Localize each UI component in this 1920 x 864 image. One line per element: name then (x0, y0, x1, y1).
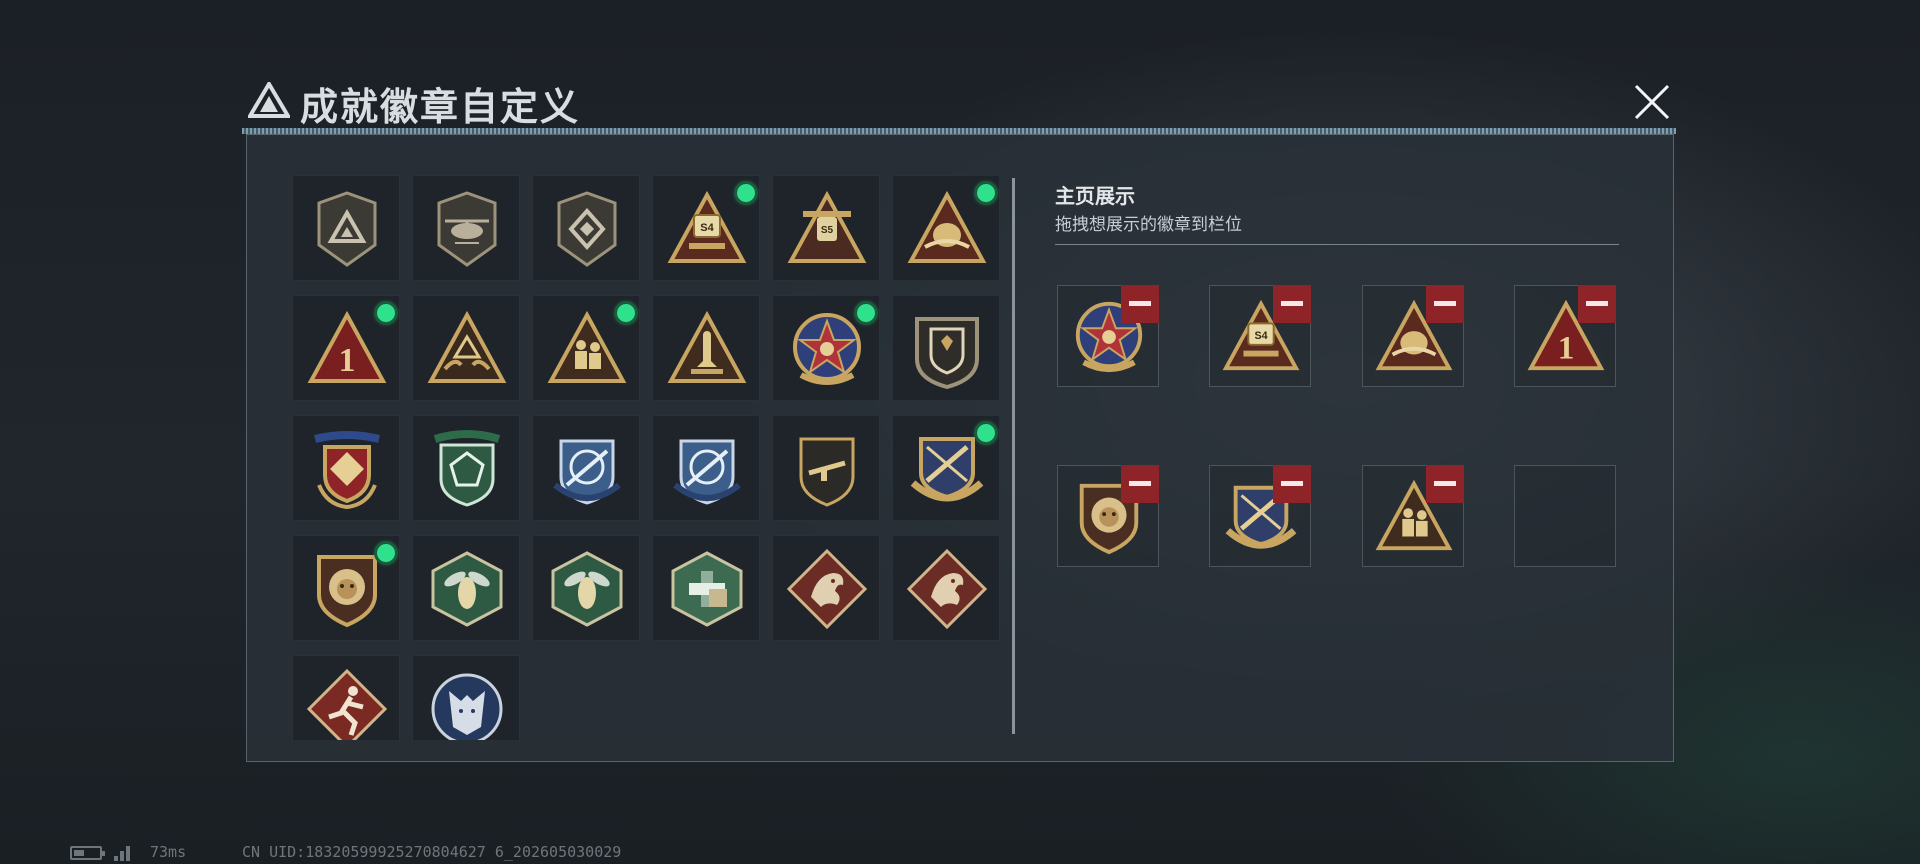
badge-sniper-blue-shield-2[interactable] (652, 415, 760, 521)
badge-crest-shield[interactable] (892, 295, 1000, 401)
display-slot-2[interactable]: S4 (1209, 285, 1311, 387)
badge-star-compass-badge[interactable] (772, 295, 880, 401)
display-slot-7[interactable] (1362, 465, 1464, 567)
badge-wolf-circle[interactable] (412, 655, 520, 740)
badge-medic-hexagon[interactable] (652, 535, 760, 641)
panel-divider (1012, 178, 1015, 734)
svg-text:S4: S4 (1254, 330, 1267, 342)
badge-sniper-blue-shield[interactable] (532, 415, 640, 521)
wolf-circle-icon (431, 673, 503, 740)
sniper-blue-shield-icon (553, 439, 621, 505)
remove-badge-button[interactable] (1273, 465, 1311, 503)
badge-runner-diamond[interactable] (292, 655, 400, 740)
svg-text:S4: S4 (700, 222, 714, 234)
green-gem-shield-icon (433, 430, 501, 507)
signal-icon (114, 843, 134, 861)
badge-helicopter-shield[interactable] (412, 175, 520, 281)
remove-badge-button[interactable] (1426, 465, 1464, 503)
crest-shield-icon (915, 317, 979, 389)
new-indicator-dot (977, 184, 995, 202)
dialog-header: 成就徽章自定义 (238, 74, 1678, 132)
remove-badge-button[interactable] (1121, 285, 1159, 323)
remove-badge-button[interactable] (1578, 285, 1616, 323)
badge-s5-triangle[interactable]: S5 (772, 175, 880, 281)
sniper-blue-shield-2-icon (673, 439, 741, 505)
dragon-diamond-2-icon (907, 549, 987, 629)
wasp-hexagon-icon (431, 551, 503, 627)
svg-text:S5: S5 (821, 225, 834, 236)
display-slot-4[interactable]: 1 (1514, 285, 1616, 387)
badge-rocket-triangle[interactable] (652, 295, 760, 401)
badge-hands-triangle[interactable] (412, 295, 520, 401)
egg-triangle-icon (907, 190, 987, 263)
new-indicator-dot (617, 304, 635, 322)
display-slot-6[interactable] (1209, 465, 1311, 567)
uid-text: CN UID:18320599925270804627 6_2026050300… (242, 843, 622, 861)
display-slot-8[interactable] (1514, 465, 1616, 567)
badge-egg-triangle[interactable] (892, 175, 1000, 281)
badge-lion-shield[interactable] (292, 535, 400, 641)
s5-triangle-icon: S5 (787, 190, 867, 263)
runner-diamond-icon (307, 669, 387, 740)
rifle-shield-icon (799, 437, 855, 507)
dialog-title: 成就徽章自定义 (300, 85, 581, 129)
star-compass-badge-icon (793, 313, 861, 385)
badge-wasp-hexagon-2[interactable] (532, 535, 640, 641)
display-slot-1[interactable] (1057, 285, 1159, 387)
remove-badge-button[interactable] (1273, 285, 1311, 323)
badge-soldiers-triangle[interactable] (532, 295, 640, 401)
display-divider (1055, 244, 1619, 245)
badge-diamond-shield[interactable] (532, 175, 640, 281)
badge-laurel-crest-badge[interactable] (292, 415, 400, 521)
remove-badge-button[interactable] (1426, 285, 1464, 323)
badge-number-one-triangle[interactable]: 1 (292, 295, 400, 401)
delta-logo-icon (248, 82, 290, 118)
new-indicator-dot (737, 184, 755, 202)
diamond-shield-icon (557, 191, 617, 267)
new-indicator-dot (377, 304, 395, 322)
number-one-triangle-icon: 1 (307, 310, 387, 383)
rocket-triangle-icon (667, 310, 747, 383)
badge-green-gem-shield[interactable] (412, 415, 520, 521)
medic-hexagon-icon (671, 551, 743, 627)
new-indicator-dot (377, 544, 395, 562)
display-section-title: 主页展示 (1055, 184, 1135, 208)
ping-text: 73ms (150, 843, 187, 861)
badge-grid: S4 S5 1 (292, 175, 1002, 740)
s4-triangle-icon: S4 (667, 190, 747, 263)
svg-text:1: 1 (1558, 329, 1575, 366)
delta-triangle-shield-icon (317, 191, 377, 267)
new-indicator-dot (977, 424, 995, 442)
badge-s4-triangle[interactable]: S4 (652, 175, 760, 281)
badge-dragon-diamond[interactable] (772, 535, 880, 641)
wasp-hexagon-2-icon (551, 551, 623, 627)
badge-crossed-rifles-badge[interactable] (892, 415, 1000, 521)
lion-shield-icon (317, 555, 377, 628)
display-slot-3[interactable] (1362, 285, 1464, 387)
helicopter-shield-icon (437, 191, 497, 267)
new-indicator-dot (857, 304, 875, 322)
badge-delta-triangle-shield[interactable] (292, 175, 400, 281)
badge-wasp-hexagon[interactable] (412, 535, 520, 641)
laurel-crest-badge-icon (314, 431, 380, 509)
close-icon[interactable] (1630, 80, 1674, 124)
crossed-rifles-badge-icon (910, 437, 984, 502)
soldiers-triangle-icon (547, 310, 627, 383)
display-section-hint: 拖拽想展示的徽章到栏位 (1055, 215, 1242, 235)
dragon-diamond-icon (787, 549, 867, 629)
battery-icon (70, 846, 105, 860)
badge-rifle-shield[interactable] (772, 415, 880, 521)
badge-dragon-diamond-2[interactable] (892, 535, 1000, 641)
svg-text:1: 1 (339, 342, 356, 379)
hands-triangle-icon (427, 310, 507, 383)
display-slot-5[interactable] (1057, 465, 1159, 567)
remove-badge-button[interactable] (1121, 465, 1159, 503)
